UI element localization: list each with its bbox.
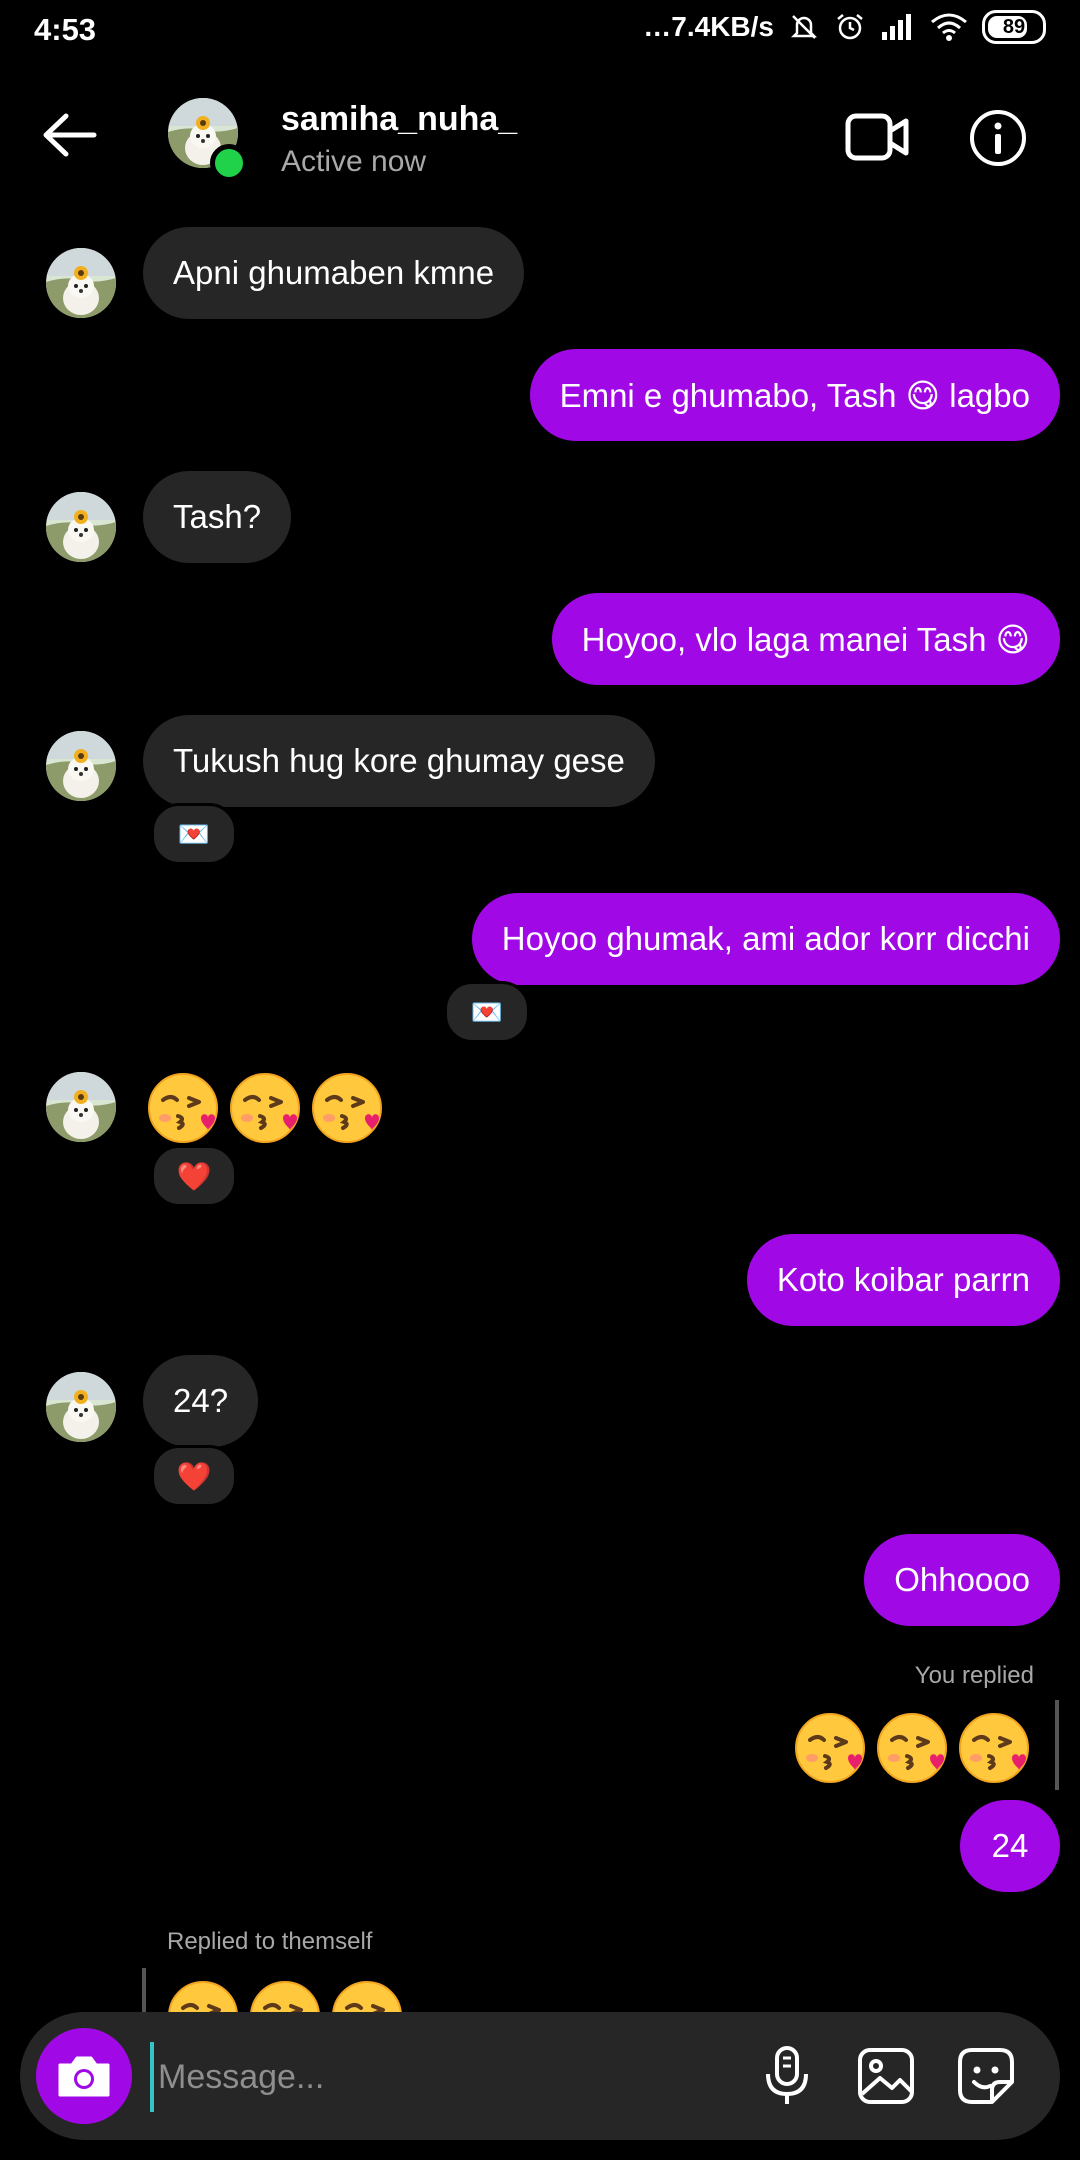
incoming-message[interactable]: Apni ghumaben kmne [143, 227, 525, 319]
kissing-face-emoji [874, 1710, 950, 1786]
signal-icon [882, 14, 911, 40]
message-reaction[interactable]: 💌 [444, 981, 530, 1043]
message-input[interactable] [150, 2042, 720, 2112]
kissing-face-emoji [956, 1710, 1032, 1786]
sender-avatar[interactable] [46, 492, 116, 562]
kissing-face-emoji [792, 1710, 868, 1786]
battery-level: 89 [1002, 15, 1026, 38]
status-icons: …7.4KB/s 89 [643, 10, 1046, 44]
outgoing-message[interactable]: Hoyoo, vlo laga manei Tash 😋 [551, 593, 1060, 685]
message-composer [20, 2012, 1060, 2140]
kissing-face-emoji [247, 1978, 323, 2012]
sender-avatar[interactable] [46, 1372, 116, 1442]
video-call-icon[interactable] [845, 110, 909, 164]
alarm-icon [837, 14, 863, 40]
incoming-message[interactable]: Tash? [143, 471, 292, 563]
contact-username[interactable]: samiha_nuha_ [281, 100, 517, 139]
back-arrow-icon[interactable] [40, 110, 100, 160]
mute-bell-icon [790, 15, 818, 39]
status-bar: 4:53 …7.4KB/s 89 [0, 0, 1080, 60]
kissing-face-emoji [329, 1978, 405, 2012]
outgoing-message[interactable]: Emni e ghumabo, Tash 😋 lagbo [529, 349, 1060, 441]
camera-button[interactable] [36, 2028, 132, 2124]
outgoing-message[interactable]: Koto koibar parrn [746, 1234, 1060, 1326]
incoming-emoji-message[interactable] [165, 1978, 405, 2012]
status-time: 4:53 [34, 12, 97, 47]
outgoing-message[interactable]: 24 [960, 1800, 1060, 1892]
sender-avatar[interactable] [46, 1072, 116, 1142]
incoming-emoji-message[interactable] [145, 1070, 385, 1146]
camera-icon [58, 2056, 110, 2097]
outgoing-emoji-message[interactable] [792, 1710, 1032, 1786]
kissing-face-emoji [165, 1978, 241, 2012]
reply-indicator-line [1055, 1700, 1059, 1790]
online-indicator [210, 144, 248, 182]
sender-avatar[interactable] [46, 248, 116, 318]
reply-indicator-line [142, 1968, 146, 2012]
outgoing-message[interactable]: Hoyoo ghumak, ami ador korr dicchi [471, 893, 1060, 985]
microphone-icon[interactable] [755, 2044, 819, 2108]
incoming-message[interactable]: 24? [143, 1355, 259, 1447]
kissing-face-emoji [309, 1070, 385, 1146]
info-icon[interactable] [969, 109, 1027, 167]
incoming-message[interactable]: Tukush hug kore ghumay gese [143, 715, 655, 807]
sender-avatar[interactable] [46, 731, 116, 801]
wifi-icon [931, 13, 967, 41]
kissing-face-emoji [227, 1070, 303, 1146]
net-speed: …7.4KB/s [643, 11, 774, 42]
message-reaction[interactable]: ❤️ [151, 1445, 237, 1507]
message-reaction[interactable]: ❤️ [151, 1145, 237, 1207]
kissing-face-emoji [145, 1070, 221, 1146]
message-reaction[interactable]: 💌 [151, 803, 237, 865]
battery-indicator: 89 [982, 10, 1046, 44]
outgoing-message[interactable]: Ohhoooo [864, 1534, 1060, 1626]
reply-label: You replied [914, 1662, 1034, 1689]
reply-label: Replied to themself [167, 1928, 373, 1955]
gallery-icon[interactable] [854, 2044, 918, 2108]
chat-header: samiha_nuha_ Active now [0, 60, 1080, 210]
sticker-icon[interactable] [954, 2044, 1018, 2108]
contact-status: Active now [281, 145, 427, 178]
